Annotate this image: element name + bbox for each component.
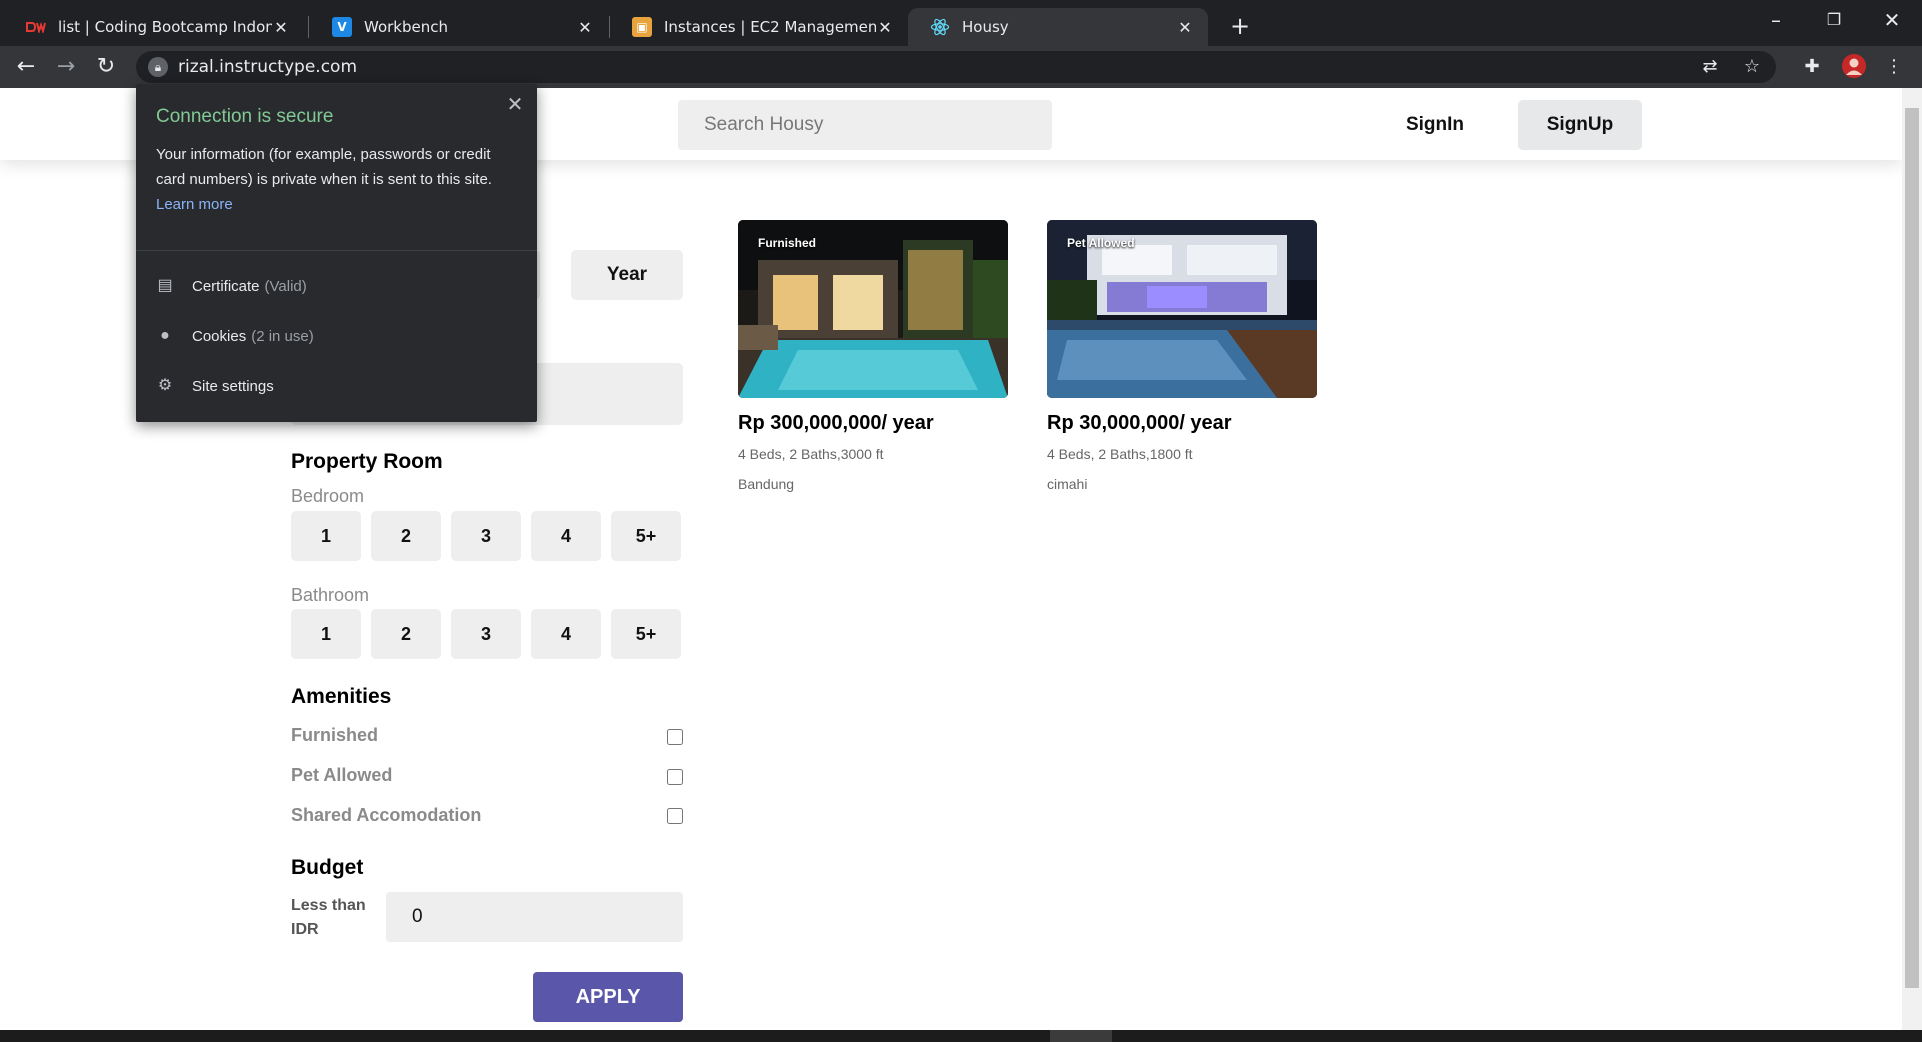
amenity-label-pet-allowed: Pet Allowed bbox=[291, 765, 393, 785]
amenity-checkbox-furnished[interactable] bbox=[667, 729, 683, 745]
cookies-row[interactable]: ● Cookies (2 in use) bbox=[156, 318, 516, 354]
os-taskbar bbox=[0, 1030, 1922, 1042]
listing-card[interactable]: Furnished Rp 300,000,000/ year 4 Beds, 2… bbox=[738, 220, 1008, 520]
taskbar-active-app[interactable] bbox=[1050, 1030, 1112, 1042]
site-settings-label: Site settings bbox=[192, 377, 274, 395]
tab-title: Housy bbox=[962, 18, 1009, 36]
tab-title: list | Coding Bootcamp Indonesia bbox=[58, 18, 272, 36]
dumbways-icon bbox=[26, 17, 46, 37]
popup-description: Your information (for example, passwords… bbox=[156, 146, 492, 188]
budget-title: Budget bbox=[291, 856, 364, 879]
bedroom-option[interactable]: 5+ bbox=[611, 511, 681, 561]
minimize-icon[interactable]: – bbox=[1748, 0, 1804, 40]
search-input[interactable] bbox=[678, 100, 1052, 150]
address-bar[interactable]: 🔒︎ rizal.instructype.com ⇄ ☆ bbox=[136, 51, 1776, 83]
extensions-puzzle-icon[interactable]: ✚ bbox=[1798, 53, 1826, 81]
certificate-icon: ▤ bbox=[157, 277, 173, 294]
amenity-checkbox-shared[interactable] bbox=[667, 808, 683, 824]
budget-label: Less than IDR bbox=[291, 897, 366, 938]
amenity-checkbox-pet-allowed[interactable] bbox=[667, 769, 683, 785]
listing-city: cimahi bbox=[1047, 476, 1088, 492]
vertical-scrollbar[interactable] bbox=[1902, 88, 1922, 1030]
listing-price: Rp 300,000,000/ year bbox=[738, 412, 934, 434]
certificate-label: Certificate bbox=[192, 277, 260, 295]
listing-specs: 4 Beds, 2 Baths,1800 ft bbox=[1047, 446, 1193, 462]
browser-toolbar: ← → ↻ 🔒︎ rizal.instructype.com ⇄ ☆ ✚ ⋮ bbox=[0, 46, 1922, 88]
tab-close-icon[interactable]: ✕ bbox=[272, 18, 290, 37]
property-room-title: Property Room bbox=[291, 450, 443, 473]
scrollbar-thumb[interactable] bbox=[1905, 108, 1919, 988]
listing-price: Rp 30,000,000/ year bbox=[1047, 412, 1232, 434]
reload-icon[interactable]: ↻ bbox=[90, 51, 122, 83]
browser-tab[interactable]: list | Coding Bootcamp Indonesia ✕ bbox=[4, 8, 304, 46]
listing-specs: 4 Beds, 2 Baths,3000 ft bbox=[738, 446, 884, 462]
bathroom-option[interactable]: 4 bbox=[531, 609, 601, 659]
translate-icon[interactable]: ⇄ bbox=[1696, 53, 1724, 81]
tab-title: Instances | EC2 Management Con bbox=[664, 18, 876, 36]
forward-arrow-icon[interactable]: → bbox=[50, 51, 82, 83]
cookies-label: Cookies bbox=[192, 327, 247, 345]
amenity-label-shared: Shared Accomodation bbox=[291, 805, 482, 825]
popup-title: Connection is secure bbox=[156, 106, 334, 127]
signin-button[interactable]: SignIn bbox=[1380, 100, 1490, 150]
react-icon bbox=[930, 17, 950, 37]
tab-close-icon[interactable]: ✕ bbox=[1176, 18, 1194, 37]
cookies-status: (2 in use) bbox=[251, 327, 314, 345]
amenities-title: Amenities bbox=[291, 685, 392, 708]
tab-separator bbox=[308, 16, 309, 38]
learn-more-link[interactable]: Learn more bbox=[156, 192, 233, 217]
tab-close-icon[interactable]: ✕ bbox=[576, 18, 594, 37]
close-icon[interactable]: ✕ bbox=[502, 92, 528, 118]
certificate-row[interactable]: ▤ Certificate (Valid) bbox=[156, 268, 516, 304]
restore-icon[interactable]: ❐ bbox=[1806, 0, 1862, 40]
bedroom-option[interactable]: 2 bbox=[371, 511, 441, 561]
listing-photo[interactable]: Furnished bbox=[738, 220, 1008, 398]
bedroom-option[interactable]: 3 bbox=[451, 511, 521, 561]
browser-tab-bar: list | Coding Bootcamp Indonesia ✕ V Wor… bbox=[0, 0, 1922, 46]
bedroom-option[interactable]: 1 bbox=[291, 511, 361, 561]
bookmark-star-icon[interactable]: ☆ bbox=[1738, 53, 1766, 81]
duration-year-button[interactable]: Year bbox=[571, 250, 683, 300]
bathroom-option[interactable]: 1 bbox=[291, 609, 361, 659]
certificate-status: (Valid) bbox=[264, 277, 307, 295]
browser-tab-active[interactable]: Housy ✕ bbox=[908, 8, 1208, 46]
bathroom-option[interactable]: 5+ bbox=[611, 609, 681, 659]
menu-kebab-icon[interactable]: ⋮ bbox=[1880, 53, 1908, 81]
popup-divider bbox=[136, 250, 537, 251]
cookie-icon: ● bbox=[160, 327, 170, 344]
budget-input[interactable] bbox=[386, 892, 683, 942]
listing-badge: Pet Allowed bbox=[1067, 236, 1135, 250]
site-settings-row[interactable]: ⚙ Site settings bbox=[156, 368, 516, 404]
browser-tab[interactable]: V Workbench ✕ bbox=[310, 8, 608, 46]
listing-card[interactable]: Pet Allowed Rp 30,000,000/ year 4 Beds, … bbox=[1047, 220, 1317, 520]
url-text[interactable]: rizal.instructype.com bbox=[178, 57, 357, 77]
window-close-icon[interactable]: ✕ bbox=[1864, 0, 1920, 40]
listing-badge: Furnished bbox=[758, 236, 817, 250]
bedroom-option[interactable]: 4 bbox=[531, 511, 601, 561]
tab-title: Workbench bbox=[364, 18, 448, 36]
bedroom-label: Bedroom bbox=[291, 486, 365, 506]
apply-button[interactable]: APPLY bbox=[533, 972, 683, 1022]
gear-icon: ⚙ bbox=[157, 377, 173, 394]
connection-security-popup: Connection is secure ✕ Your information … bbox=[136, 84, 537, 422]
bathroom-option[interactable]: 3 bbox=[451, 609, 521, 659]
lock-icon[interactable]: 🔒︎ bbox=[148, 57, 168, 77]
listing-city: Bandung bbox=[738, 476, 795, 492]
bathroom-label: Bathroom bbox=[291, 585, 370, 605]
avatar[interactable] bbox=[1840, 53, 1868, 81]
v-icon: V bbox=[332, 17, 352, 37]
aws-box-icon: ▣ bbox=[632, 17, 652, 37]
bathroom-option[interactable]: 2 bbox=[371, 609, 441, 659]
new-tab-icon[interactable]: + bbox=[1222, 8, 1258, 44]
amenity-label-furnished: Furnished bbox=[291, 725, 379, 745]
back-arrow-icon[interactable]: ← bbox=[10, 51, 42, 83]
signup-button[interactable]: SignUp bbox=[1518, 100, 1642, 150]
browser-tab[interactable]: ▣ Instances | EC2 Management Con ✕ bbox=[610, 8, 908, 46]
tab-close-icon[interactable]: ✕ bbox=[876, 18, 894, 37]
listing-photo[interactable]: Pet Allowed bbox=[1047, 220, 1317, 398]
